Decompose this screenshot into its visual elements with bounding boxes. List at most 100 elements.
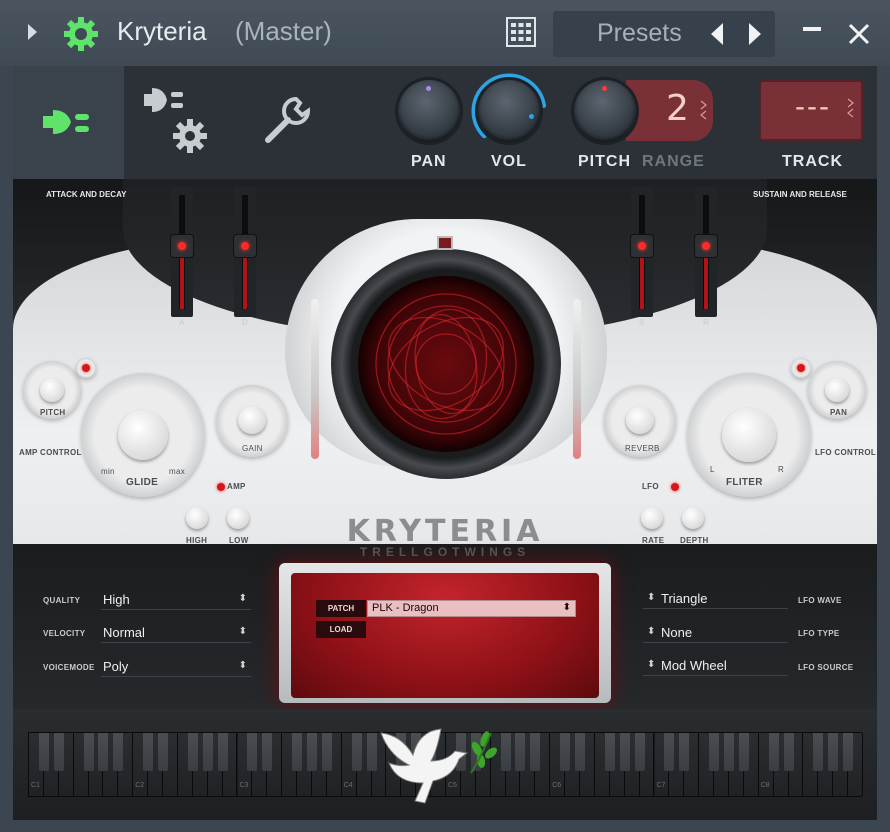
range-stepper-icon[interactable] bbox=[700, 100, 708, 120]
pitch-small-label: PITCH bbox=[40, 408, 66, 417]
tab-plugin[interactable] bbox=[13, 66, 124, 179]
black-key[interactable] bbox=[813, 733, 824, 771]
decay-slider[interactable] bbox=[234, 187, 256, 317]
black-key[interactable] bbox=[679, 733, 690, 771]
pitch-knob[interactable] bbox=[574, 80, 636, 142]
glide-min-label: min bbox=[101, 467, 115, 476]
black-key[interactable] bbox=[575, 733, 586, 771]
black-key[interactable] bbox=[113, 733, 124, 771]
black-key[interactable] bbox=[709, 733, 720, 771]
black-key[interactable] bbox=[247, 733, 258, 771]
presets-selector[interactable]: Presets bbox=[553, 11, 775, 57]
lfo-type-value: None bbox=[661, 625, 693, 640]
black-key[interactable] bbox=[783, 733, 794, 771]
pan-indicator bbox=[426, 86, 431, 91]
black-key[interactable] bbox=[53, 733, 64, 771]
black-key[interactable] bbox=[604, 733, 615, 771]
pitch-small-knob[interactable] bbox=[40, 378, 64, 402]
orb-indicator-icon bbox=[437, 236, 453, 250]
black-key[interactable] bbox=[306, 733, 317, 771]
lfo-control-label: LFO CONTROL bbox=[815, 448, 877, 457]
vol-knob[interactable] bbox=[478, 80, 540, 142]
patch-button[interactable]: PATCH bbox=[316, 600, 366, 617]
patch-value: PLK - Dragon bbox=[372, 602, 439, 614]
black-key[interactable] bbox=[143, 733, 154, 771]
black-key[interactable] bbox=[217, 733, 228, 771]
select-arrows-icon: ⬍ bbox=[238, 660, 247, 671]
black-key[interactable] bbox=[560, 733, 571, 771]
pan-small-knob[interactable] bbox=[825, 378, 849, 402]
black-key[interactable] bbox=[828, 733, 839, 771]
decay-label: D bbox=[242, 318, 249, 327]
fliter-l-label: L bbox=[710, 465, 715, 474]
track-stepper-icon[interactable] bbox=[847, 98, 855, 118]
glide-max-label: max bbox=[169, 467, 186, 476]
velocity-label: VELOCITY bbox=[43, 629, 86, 638]
track-display[interactable]: --- bbox=[759, 80, 863, 141]
black-key[interactable] bbox=[843, 733, 854, 771]
sustain-slider[interactable] bbox=[631, 187, 653, 317]
settings-gear-icon[interactable] bbox=[62, 15, 100, 53]
wrench-icon[interactable] bbox=[262, 95, 314, 147]
black-key[interactable] bbox=[292, 733, 303, 771]
black-key[interactable] bbox=[351, 733, 362, 771]
amp-control-label: AMP CONTROL bbox=[19, 448, 82, 457]
quality-label: QUALITY bbox=[43, 596, 81, 605]
lfo-source-select[interactable]: ⬍ Mod Wheel bbox=[643, 656, 788, 676]
preset-prev-icon[interactable] bbox=[709, 22, 725, 46]
load-button[interactable]: LOAD bbox=[316, 621, 366, 638]
glide-knob[interactable] bbox=[118, 410, 168, 460]
release-slider[interactable] bbox=[695, 187, 717, 317]
velocity-select[interactable]: Normal ⬍ bbox=[101, 623, 251, 643]
lfo-type-label: LFO TYPE bbox=[798, 629, 840, 638]
black-key[interactable] bbox=[515, 733, 526, 771]
range-display[interactable]: 2 bbox=[626, 80, 713, 141]
black-key[interactable] bbox=[83, 733, 94, 771]
black-key[interactable] bbox=[723, 733, 734, 771]
voicemode-select[interactable]: Poly ⬍ bbox=[101, 657, 251, 677]
lfo-wave-select[interactable]: ⬍ Triangle bbox=[643, 589, 788, 609]
lfo-type-select[interactable]: ⬍ None bbox=[643, 623, 788, 643]
lfo-wave-value: Triangle bbox=[661, 591, 708, 606]
pitch-label: PITCH bbox=[578, 153, 631, 170]
black-key[interactable] bbox=[202, 733, 213, 771]
attack-slider[interactable] bbox=[171, 187, 193, 317]
gain-knob[interactable] bbox=[238, 406, 266, 434]
fliter-knob[interactable] bbox=[722, 408, 776, 462]
grid-icon[interactable] bbox=[506, 17, 536, 47]
pitch-led bbox=[82, 364, 90, 372]
preset-next-icon[interactable] bbox=[747, 22, 763, 46]
voicemode-value: Poly bbox=[103, 659, 129, 674]
minimize-icon[interactable] bbox=[803, 27, 821, 31]
black-key[interactable] bbox=[158, 733, 169, 771]
fliter-r-label: R bbox=[778, 465, 785, 474]
black-key[interactable] bbox=[738, 733, 749, 771]
quality-value: High bbox=[103, 592, 130, 607]
black-key[interactable] bbox=[634, 733, 645, 771]
range-value: 2 bbox=[666, 88, 689, 129]
close-icon[interactable] bbox=[848, 23, 870, 45]
plug-settings-icon[interactable] bbox=[142, 84, 212, 156]
quality-select[interactable]: High ⬍ bbox=[101, 590, 251, 610]
black-key[interactable] bbox=[262, 733, 273, 771]
patch-select[interactable]: PLK - Dragon ⬍ bbox=[367, 600, 576, 617]
attack-decay-label: ATTACK AND DECAY bbox=[46, 190, 127, 199]
black-key[interactable] bbox=[38, 733, 49, 771]
lfo-led bbox=[671, 483, 679, 491]
expand-arrow-icon[interactable] bbox=[28, 24, 37, 40]
black-key[interactable] bbox=[187, 733, 198, 771]
select-arrows-icon: ⬍ bbox=[238, 593, 247, 604]
reverb-knob[interactable] bbox=[626, 406, 654, 434]
black-key[interactable] bbox=[530, 733, 541, 771]
pan-knob[interactable] bbox=[398, 80, 460, 142]
trellgotwings-sublogo: TRELLGOTWINGS bbox=[359, 545, 531, 559]
black-key[interactable] bbox=[768, 733, 779, 771]
black-key[interactable] bbox=[98, 733, 109, 771]
pan-led bbox=[797, 364, 805, 372]
black-key[interactable] bbox=[619, 733, 630, 771]
amp-label: AMP bbox=[227, 482, 246, 491]
black-key[interactable] bbox=[321, 733, 332, 771]
lfo-label: LFO bbox=[642, 482, 659, 491]
attack-label: A bbox=[179, 318, 186, 327]
black-key[interactable] bbox=[664, 733, 675, 771]
